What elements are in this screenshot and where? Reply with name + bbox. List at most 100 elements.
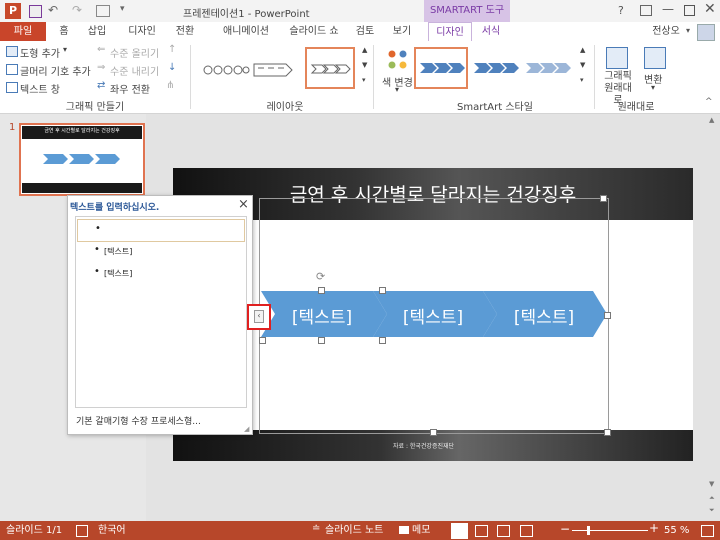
smartart-styles-gallery[interactable] bbox=[414, 46, 574, 90]
next-slide-icon[interactable]: ⏷ bbox=[709, 506, 715, 515]
close-window-button[interactable]: ✕ bbox=[704, 1, 716, 17]
promote-button[interactable]: 수준 올리기 bbox=[110, 45, 159, 60]
tab-home[interactable]: 홈 bbox=[50, 22, 78, 41]
resize-handle[interactable] bbox=[600, 195, 607, 202]
text-pane-icon bbox=[6, 82, 18, 93]
slideshow-from-start-icon[interactable] bbox=[96, 5, 110, 17]
tab-design[interactable]: 디자인 bbox=[120, 22, 164, 41]
zoom-in-icon[interactable]: + bbox=[649, 521, 659, 535]
text-pane-button[interactable]: 텍스트 창 bbox=[20, 81, 60, 96]
collapse-ribbon-icon[interactable]: ^ bbox=[705, 97, 713, 107]
add-shape-icon bbox=[6, 46, 18, 57]
text-pane-item[interactable]: • [텍스트] bbox=[77, 265, 243, 283]
scroll-down-icon[interactable]: ▼ bbox=[709, 480, 714, 488]
text-pane-item-text[interactable]: [텍스트] bbox=[104, 246, 132, 257]
zoom-out-icon[interactable]: − bbox=[560, 522, 570, 536]
normal-view-icon[interactable] bbox=[451, 523, 468, 539]
text-pane: 텍스트를 입력하십시오. × • • [텍스트] • [텍스트] 기본 갈매기형… bbox=[67, 195, 253, 435]
text-pane-resize-grip[interactable]: ◢ bbox=[244, 425, 249, 433]
layout-org-icon[interactable]: ⋔ bbox=[166, 80, 174, 91]
slide-sorter-view-icon[interactable] bbox=[475, 525, 488, 537]
layouts-more-icon[interactable]: ▾ bbox=[362, 76, 366, 84]
text-pane-footer[interactable]: 기본 갈매기형 수장 프로세스형... bbox=[76, 414, 201, 427]
zoom-slider[interactable] bbox=[572, 530, 648, 531]
resize-handle[interactable] bbox=[379, 337, 386, 344]
styles-scroll-up-icon[interactable]: ▲ bbox=[580, 46, 585, 54]
resize-handle[interactable] bbox=[379, 287, 386, 294]
text-pane-item[interactable]: • [텍스트] bbox=[77, 243, 243, 261]
resize-handle[interactable] bbox=[318, 337, 325, 344]
reading-view-icon[interactable] bbox=[497, 525, 510, 537]
tab-slideshow[interactable]: 슬라이드 쇼 bbox=[280, 22, 348, 41]
layouts-gallery-thumbnails[interactable] bbox=[196, 46, 358, 90]
slide-source-note[interactable]: 자료 : 한국건강증진재단 bbox=[393, 441, 454, 450]
minimize-button[interactable]: — bbox=[662, 2, 674, 16]
chevron-2[interactable]: [텍스트] bbox=[388, 303, 478, 328]
tab-smartart-format[interactable]: 서식 bbox=[476, 22, 506, 41]
scroll-up-icon[interactable]: ▲ bbox=[709, 116, 714, 124]
tab-file[interactable]: 파일 bbox=[0, 22, 46, 41]
resize-handle[interactable] bbox=[604, 312, 611, 319]
status-language[interactable]: 한국어 bbox=[98, 521, 126, 540]
change-colors-dropdown-icon[interactable]: ▾ bbox=[395, 85, 399, 94]
tab-smartart-design[interactable]: 디자인 bbox=[428, 22, 472, 41]
comments-button[interactable]: 메모 bbox=[412, 521, 430, 540]
group-separator bbox=[594, 45, 595, 109]
move-down-icon[interactable]: ↓ bbox=[168, 62, 176, 73]
resize-handle[interactable] bbox=[430, 429, 437, 436]
tab-insert[interactable]: 삽입 bbox=[80, 22, 114, 41]
ribbon-display-options-icon[interactable] bbox=[640, 5, 652, 16]
tab-animations[interactable]: 애니메이션 bbox=[214, 22, 278, 41]
save-icon[interactable] bbox=[29, 5, 42, 18]
help-button[interactable]: ? bbox=[618, 4, 624, 17]
fit-slide-icon[interactable] bbox=[701, 525, 714, 537]
demote-button[interactable]: 수준 내리기 bbox=[110, 63, 159, 78]
right-to-left-button[interactable]: 좌우 전환 bbox=[110, 81, 150, 96]
add-shape-dropdown-icon[interactable]: ▾ bbox=[63, 45, 67, 54]
bullet-icon: • bbox=[94, 244, 100, 255]
styles-more-icon[interactable]: ▾ bbox=[580, 76, 584, 84]
add-shape-button[interactable]: 도형 추가 bbox=[20, 45, 60, 60]
text-pane-item-active[interactable]: • bbox=[77, 219, 245, 242]
chevron-1[interactable]: [텍스트] bbox=[277, 303, 367, 328]
rotate-handle-icon[interactable]: ⟳ bbox=[316, 270, 325, 283]
tab-transitions[interactable]: 전환 bbox=[168, 22, 202, 41]
tab-review[interactable]: 검토 bbox=[350, 22, 380, 41]
account-dropdown-icon[interactable]: ▾ bbox=[686, 26, 690, 35]
text-pane-item-text[interactable]: [텍스트] bbox=[104, 268, 132, 279]
maximize-button[interactable] bbox=[684, 5, 695, 16]
avatar[interactable] bbox=[697, 24, 715, 41]
notes-button[interactable]: 슬라이드 노트 bbox=[325, 521, 383, 540]
spell-check-icon[interactable] bbox=[76, 525, 88, 537]
status-slide-number: 슬라이드 1/1 bbox=[6, 525, 63, 536]
add-bullet-button[interactable]: 글머리 기호 추가 bbox=[20, 63, 91, 78]
chevron-3[interactable]: [텍스트] bbox=[499, 303, 589, 328]
status-bar: 슬라이드 1/1 한국어 ≐ 슬라이드 노트 메모 − + 55 % bbox=[0, 521, 720, 540]
group-label-create-graphic: 그래픽 만들기 bbox=[65, 102, 125, 113]
powerpoint-logo-icon[interactable]: P bbox=[5, 3, 21, 19]
account-user-name[interactable]: 전상오 bbox=[646, 22, 686, 41]
styles-scroll-down-icon[interactable]: ▼ bbox=[580, 61, 585, 69]
undo-icon[interactable]: ↶ bbox=[48, 3, 58, 17]
redo-icon[interactable]: ↷ bbox=[72, 3, 82, 17]
tab-view[interactable]: 보기 bbox=[387, 22, 417, 41]
comments-icon bbox=[399, 526, 409, 534]
slide-thumbnail[interactable]: 금연 후 시간별로 달라지는 건강징후 bbox=[19, 123, 145, 196]
convert-dropdown-icon[interactable]: ▾ bbox=[651, 83, 655, 92]
move-up-icon[interactable]: ↑ bbox=[168, 44, 176, 55]
window-title: 프레젠테이션1 - PowerPoint bbox=[183, 9, 310, 20]
resize-handle[interactable] bbox=[318, 287, 325, 294]
layouts-scroll-up-icon[interactable]: ▲ bbox=[362, 46, 367, 54]
reset-graphic-icon bbox=[606, 47, 628, 69]
slideshow-view-icon[interactable] bbox=[520, 525, 533, 537]
resize-handle[interactable] bbox=[604, 429, 611, 436]
quick-access-customize-icon[interactable]: ▾ bbox=[120, 4, 125, 14]
layouts-scroll-down-icon[interactable]: ▼ bbox=[362, 61, 367, 69]
zoom-slider-thumb[interactable] bbox=[587, 526, 590, 535]
resize-handle[interactable] bbox=[259, 337, 266, 344]
text-pane-close-button[interactable]: × bbox=[238, 197, 249, 212]
previous-slide-icon[interactable]: ⏶ bbox=[709, 494, 715, 503]
vertical-scrollbar[interactable]: ▲ ▼ ⏶ ⏷ bbox=[706, 114, 720, 521]
text-pane-toggle-button[interactable]: ‹ bbox=[247, 304, 271, 330]
zoom-level[interactable]: 55 % bbox=[664, 521, 689, 540]
